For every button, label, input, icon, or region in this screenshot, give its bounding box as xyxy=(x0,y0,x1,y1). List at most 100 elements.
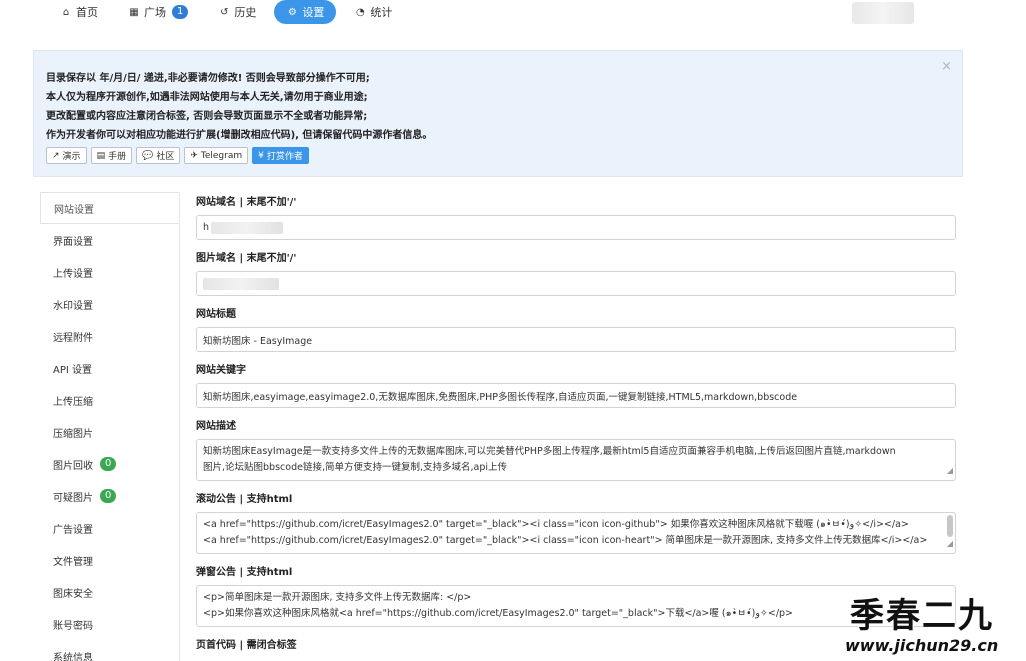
nav-stats-label: 统计 xyxy=(370,6,393,19)
telegram-icon: ✈ xyxy=(190,150,198,161)
sidebar-item-suspicious[interactable]: 可疑图片 0 xyxy=(40,480,180,512)
yen-icon: ¥ xyxy=(258,150,264,161)
gears-icon: ⚙ xyxy=(287,6,297,18)
sidebar-item-account[interactable]: 账号密码 xyxy=(40,608,180,640)
donate-button[interactable]: ¥ 打赏作者 xyxy=(252,147,309,164)
sidebar-item-label: 远程附件 xyxy=(53,332,93,344)
sidebar-item-label: 系统信息 xyxy=(53,652,93,661)
sidebar-item-site[interactable]: 网站设置 xyxy=(40,192,180,224)
sidebar-item-label: 网站设置 xyxy=(54,204,94,216)
header-code-label: 页首代码 | 需闭合标签 xyxy=(196,640,297,651)
telegram-button-label: Telegram xyxy=(200,150,243,161)
sidebar-item-upload-compress[interactable]: 上传压缩 xyxy=(40,384,180,416)
demo-button-label: 演示 xyxy=(62,152,81,162)
sidebar-item-security[interactable]: 图床安全 xyxy=(40,576,180,608)
user-avatar[interactable] xyxy=(852,2,914,24)
nav-settings[interactable]: ⚙ 设置 xyxy=(274,0,337,24)
domain-input-value: h xyxy=(203,222,210,233)
sidebar-item-label: 上传压缩 xyxy=(53,396,93,408)
sidebar-item-watermark[interactable]: 水印设置 xyxy=(40,288,180,320)
sidebar-item-system[interactable]: 系统信息 xyxy=(40,640,180,661)
site-title-input[interactable]: 知新坊图床 - EasyImage xyxy=(196,327,956,352)
nav-home[interactable]: ⌂ 首页 xyxy=(48,0,110,24)
sidebar-item-api[interactable]: API 设置 xyxy=(40,352,180,384)
redacted-text xyxy=(203,277,279,290)
sidebar-item-label: 文件管理 xyxy=(53,556,93,568)
pie-chart-icon: ◔ xyxy=(356,6,365,18)
demo-button[interactable]: ↗ 演示 xyxy=(46,147,87,164)
top-nav: ⌂ 首页 ▦ 广场 1 ↺ 历史 ⚙ 设置 ◔ 统计 xyxy=(48,0,404,24)
sidebar-item-label: 图片回收 xyxy=(53,460,93,472)
sidebar-item-label: 上传设置 xyxy=(53,268,93,280)
sidebar-item-upload[interactable]: 上传设置 xyxy=(40,256,180,288)
suspicious-count-badge: 0 xyxy=(100,489,117,503)
keywords-label: 网站关键字 xyxy=(196,365,246,376)
notice-alert: × 目录保存以 年/月/日/ 递进,非必要请勿修改! 否则会导致部分操作不可用;… xyxy=(33,50,963,177)
sidebar-item-label: 广告设置 xyxy=(53,524,93,536)
description-line: 图片,论坛贴图bbscode链接,简单方便支持一键复制,支持多域名,api上传 xyxy=(203,462,507,473)
scroll-notice-textarea[interactable]: <a href="https://github.com/icret/EasyIm… xyxy=(196,512,956,554)
nav-square[interactable]: ▦ 广场 1 xyxy=(116,0,200,24)
sidebar-item-remote[interactable]: 远程附件 xyxy=(40,320,180,352)
description-line: 知新坊图床EasyImage是一款支持多文件上传的无数据库图床,可以完美替代PH… xyxy=(203,446,896,457)
notice-buttons: ↗ 演示 ▤ 手册 💬 社区 ✈ Telegram ¥ 打赏作者 xyxy=(46,147,950,164)
history-icon: ↺ xyxy=(220,6,229,18)
watermark-url: www.jichun29.cn xyxy=(845,636,999,655)
sidebar-item-label: 界面设置 xyxy=(53,236,93,248)
community-button-label: 社区 xyxy=(156,152,175,162)
site-title-label: 网站标题 xyxy=(196,309,236,320)
resize-handle-icon[interactable]: ◢ xyxy=(947,536,953,552)
domain-input[interactable]: h xyxy=(196,215,956,240)
close-icon[interactable]: × xyxy=(941,59,952,74)
external-link-icon: ↗ xyxy=(52,150,60,161)
description-label: 网站描述 xyxy=(196,421,236,432)
sidebar-item-compress-images[interactable]: 压缩图片 xyxy=(40,416,180,448)
nav-square-badge: 1 xyxy=(172,5,189,19)
notice-line: 目录保存以 年/月/日/ 递进,非必要请勿修改! 否则会导致部分操作不可用; xyxy=(46,73,370,84)
resize-handle-icon[interactable]: ◢ xyxy=(947,463,953,479)
image-domain-label: 图片域名 | 末尾不加'/' xyxy=(196,253,297,264)
book-icon: ▤ xyxy=(96,150,106,161)
nav-stats[interactable]: ◔ 统计 xyxy=(342,0,404,24)
redacted-text xyxy=(211,221,284,234)
sidebar-item-label: 图床安全 xyxy=(53,588,93,600)
notice-line: 更改配置或内容应注意闭合标签, 否则会导致页面显示不全或者功能异常; xyxy=(46,111,368,122)
sidebar-item-label: API 设置 xyxy=(53,364,92,376)
popup-notice-line: <p>如果你喜欢这种图床风格就<a href="https://github.c… xyxy=(203,608,794,619)
description-textarea[interactable]: 知新坊图床EasyImage是一款支持多文件上传的无数据库图床,可以完美替代PH… xyxy=(196,439,956,481)
sidebar-item-recycle[interactable]: 图片回收 0 xyxy=(40,448,180,480)
telegram-button[interactable]: ✈ Telegram xyxy=(184,147,249,164)
sidebar-item-label: 可疑图片 xyxy=(53,492,93,504)
manual-button[interactable]: ▤ 手册 xyxy=(90,147,133,164)
nav-history-label: 历史 xyxy=(234,6,257,19)
keywords-input[interactable]: 知新坊图床,easyimage,easyimage2.0,无数据库图床,免费图床… xyxy=(196,383,956,408)
nav-history[interactable]: ↺ 历史 xyxy=(206,0,268,24)
image-domain-input[interactable] xyxy=(196,271,956,296)
comments-icon: 💬 xyxy=(142,150,154,161)
watermark-title: 季春二九 xyxy=(850,596,994,636)
popup-notice-line: <p>简单图床是一款开源图床, 支持多文件上传无数据库: </p> xyxy=(203,592,472,603)
scrollbar[interactable] xyxy=(947,515,953,537)
sidebar-item-label: 水印设置 xyxy=(53,300,93,312)
community-button[interactable]: 💬 社区 xyxy=(136,147,181,164)
site-title-value: 知新坊图床 - EasyImage xyxy=(203,335,313,347)
sidebar-item-files[interactable]: 文件管理 xyxy=(40,544,180,576)
notice-line: 作为开发者你可以对相应功能进行扩展(增删改相应代码), 但请保留代码中源作者信息… xyxy=(46,130,433,141)
sidebar-item-ads[interactable]: 广告设置 xyxy=(40,512,180,544)
domain-label: 网站域名 | 末尾不加'/' xyxy=(196,197,297,208)
scroll-notice-label: 滚动公告 | 支持html xyxy=(196,494,293,505)
keywords-value: 知新坊图床,easyimage,easyimage2.0,无数据库图床,免费图床… xyxy=(203,391,798,403)
notice-line: 本人仅为程序开源创作,如遇非法网站使用与本人无关,请勿用于商业用途; xyxy=(46,92,368,103)
donate-button-label: 打赏作者 xyxy=(266,152,303,162)
site-settings-form: 网站域名 | 末尾不加'/' h 图片域名 | 末尾不加'/' 网站标题 知新坊… xyxy=(196,192,958,652)
sidebar-item-ui[interactable]: 界面设置 xyxy=(40,224,180,256)
nav-square-label: 广场 xyxy=(144,6,166,19)
home-icon: ⌂ xyxy=(62,6,70,18)
nav-settings-label: 设置 xyxy=(302,6,325,19)
sidebar-item-label: 压缩图片 xyxy=(53,428,93,440)
scroll-notice-line: <a href="https://github.com/icret/EasyIm… xyxy=(203,519,909,530)
popup-notice-textarea[interactable]: <p>简单图床是一款开源图床, 支持多文件上传无数据库: </p> <p>如果你… xyxy=(196,585,956,627)
popup-notice-label: 弹窗公告 | 支持html xyxy=(196,567,293,578)
grid-icon: ▦ xyxy=(129,6,139,18)
sidebar-divider xyxy=(179,192,180,661)
